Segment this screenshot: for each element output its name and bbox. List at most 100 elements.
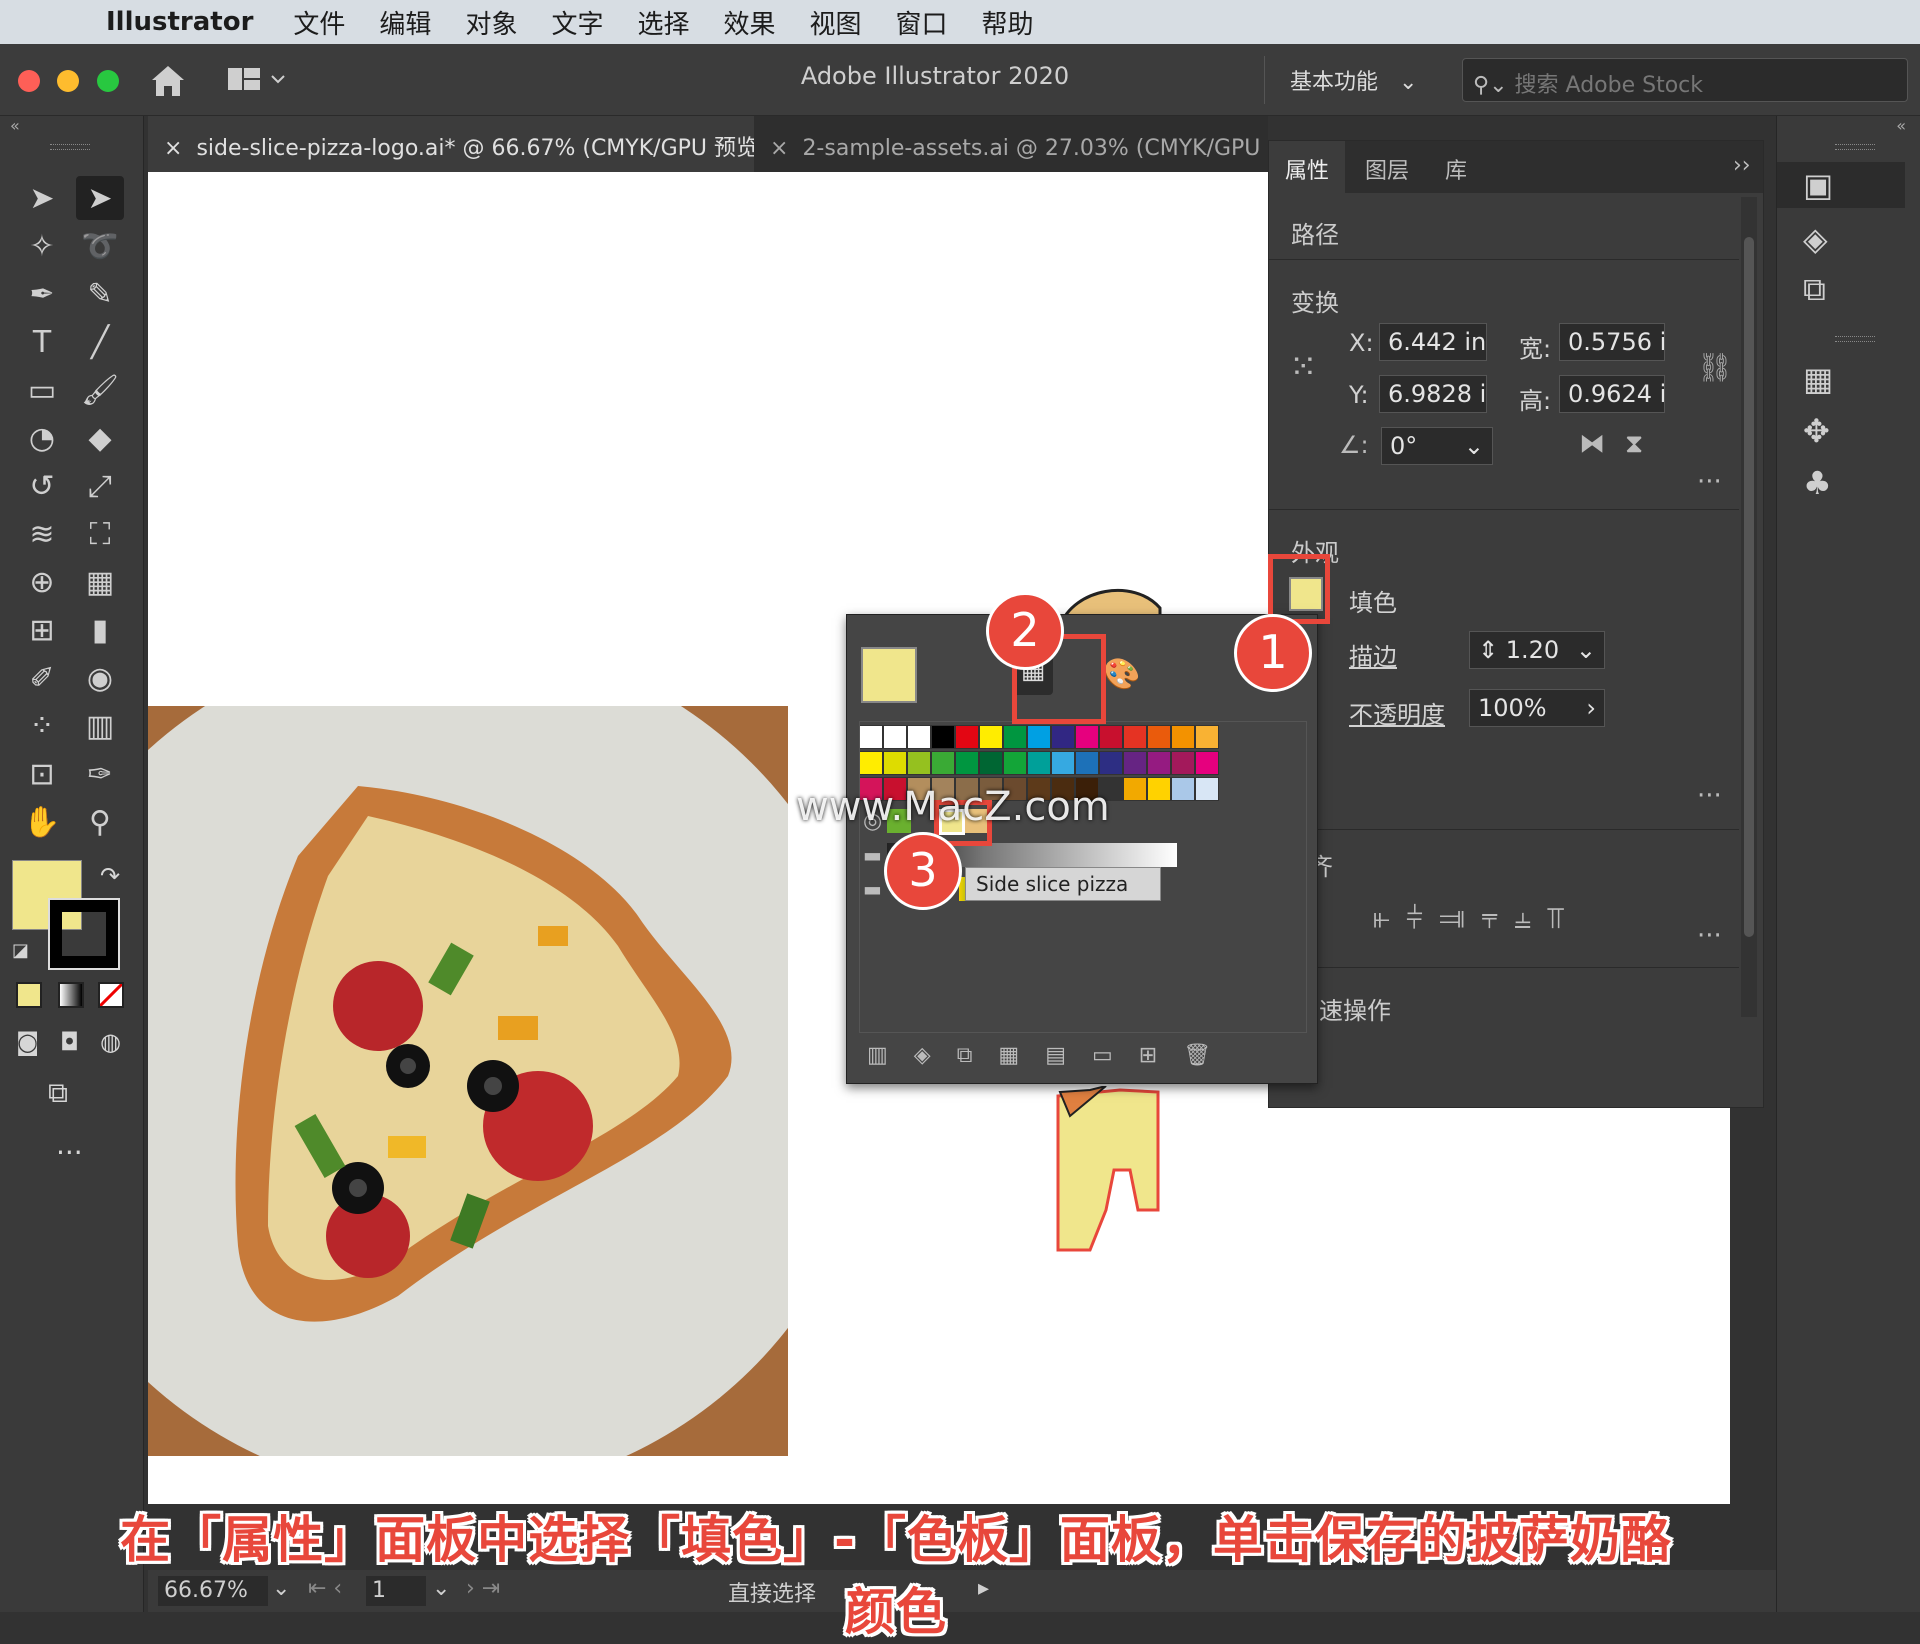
layers-panel-icon[interactable]: ◈ <box>1803 220 1828 258</box>
workspace-switcher[interactable]: 基本功能 ⌄ <box>1290 64 1417 96</box>
perspective-grid-tool-icon[interactable]: ▦ <box>76 560 124 604</box>
line-tool-icon[interactable]: ╱ <box>76 320 124 364</box>
blend-tool-icon[interactable]: ◉ <box>76 656 124 700</box>
chevron-down-icon[interactable]: ⌄ <box>1576 636 1596 664</box>
rectangle-tool-icon[interactable]: ▭ <box>18 368 66 412</box>
curvature-tool-icon[interactable]: ✎ <box>76 272 124 316</box>
opacity-label[interactable]: 不透明度 <box>1349 695 1445 730</box>
menu-help[interactable]: 帮助 <box>982 4 1034 41</box>
shape-builder-tool-icon[interactable]: ⊕ <box>18 560 66 604</box>
properties-dock-button[interactable] <box>1777 162 1905 208</box>
direct-selection-tool-icon[interactable]: ➤ <box>76 176 124 220</box>
type-tool-icon[interactable]: T <box>18 320 66 364</box>
stepper-icon[interactable]: ⇕ <box>1478 636 1506 664</box>
gradient-tool-icon[interactable]: ▮ <box>76 608 124 652</box>
tab-layers[interactable]: 图层 <box>1365 153 1409 185</box>
zoom-tool-icon[interactable]: ⚲ <box>76 800 124 844</box>
selection-tool-icon[interactable]: ➤ <box>18 176 66 220</box>
more-tools-icon[interactable]: ··· <box>56 1136 83 1169</box>
stroke-label[interactable]: 描边 <box>1349 637 1397 672</box>
opacity-field[interactable]: 100% › <box>1469 689 1605 727</box>
default-fill-stroke-icon[interactable]: ◪ <box>12 940 29 961</box>
properties-panel: 属性 图层 库 ›› 路径 变换 ⁙ X: 6.442 in 宽: 0.5756… <box>1268 140 1764 1108</box>
panel-grip[interactable] <box>1835 144 1875 150</box>
flip-horizontal-icon[interactable]: ⧓ <box>1579 429 1605 459</box>
slice-tool-icon[interactable]: ✑ <box>76 752 124 796</box>
menu-effect[interactable]: 效果 <box>723 4 775 41</box>
color-mode-icon[interactable] <box>16 982 42 1008</box>
chevron-down-icon[interactable]: ⌄ <box>1464 432 1484 460</box>
screen-mode-icon[interactable]: ⧉ <box>48 1076 68 1110</box>
constrain-proportions-icon[interactable]: ⛓ <box>1697 351 1733 384</box>
fill-label: 填色 <box>1349 589 1397 617</box>
artboard-tool-icon[interactable]: ⊡ <box>18 752 66 796</box>
tab-sample-assets[interactable]: × 2-sample-assets.ai @ 27.03% (CMYK/GPU … <box>754 116 1268 172</box>
height-field[interactable]: 0.9624 ir <box>1559 375 1665 413</box>
stroke-weight-field[interactable]: ⇕ 1.20 ⌄ <box>1469 631 1605 669</box>
quick-actions-title: 速操作 <box>1319 997 1391 1025</box>
scale-tool-icon[interactable]: ⤢ <box>76 464 124 508</box>
draw-behind-icon[interactable]: ◘ <box>60 1028 79 1056</box>
color-picker-icon[interactable]: 🎨 <box>1103 657 1140 692</box>
collapse-panel-icon[interactable]: « <box>10 116 20 135</box>
symbols-panel-icon[interactable]: ♣ <box>1803 464 1832 502</box>
more-options-icon[interactable]: ··· <box>1697 467 1722 497</box>
none-mode-icon[interactable] <box>98 982 124 1008</box>
panel-scrollbar[interactable] <box>1741 197 1757 1017</box>
width-label: 宽: <box>1519 335 1552 363</box>
eyedropper-tool-icon[interactable]: ✐ <box>18 656 66 700</box>
menu-file[interactable]: 文件 <box>293 4 345 41</box>
menu-edit[interactable]: 编辑 <box>379 4 431 41</box>
mesh-tool-icon[interactable]: ⊞ <box>18 608 66 652</box>
menu-object[interactable]: 对象 <box>465 4 517 41</box>
magic-wand-icon[interactable]: ✧ <box>18 224 66 268</box>
more-options-icon[interactable]: ··· <box>1697 781 1722 811</box>
hand-tool-icon[interactable]: ✋ <box>18 800 66 844</box>
width-tool-icon[interactable]: ≋ <box>18 512 66 556</box>
align-buttons[interactable]: ⫦⫩⫥⫧⫨⫪ <box>1373 901 1580 936</box>
close-tab-icon[interactable]: × <box>770 136 788 161</box>
rotate-angle-field[interactable]: 0° ⌄ <box>1381 427 1493 465</box>
free-transform-tool-icon[interactable]: ⛶ <box>76 512 124 556</box>
lasso-tool-icon[interactable]: ➰ <box>76 224 124 268</box>
menu-window[interactable]: 窗口 <box>896 4 948 41</box>
shaper-tool-icon[interactable]: ◔ <box>18 416 66 460</box>
reference-point-icon[interactable]: ⁙ <box>1289 347 1318 387</box>
tab-libraries[interactable]: 库 <box>1445 153 1467 185</box>
stroke-color-swatch[interactable] <box>48 898 120 970</box>
swatch-panel-footer-icons[interactable]: ▥◈⧉▦▤▭⊞🗑 <box>867 1043 1307 1068</box>
menu-type[interactable]: 文字 <box>551 4 603 41</box>
panel-menu-icon[interactable]: ›› <box>1733 153 1751 178</box>
more-options-icon[interactable]: ··· <box>1697 921 1722 951</box>
symbol-sprayer-tool-icon[interactable]: ⁘ <box>18 704 66 748</box>
panel-grip[interactable] <box>50 144 90 150</box>
draw-normal-icon[interactable]: ◙ <box>16 1028 39 1056</box>
menu-view[interactable]: 视图 <box>810 4 862 41</box>
app-menu[interactable]: Illustrator <box>106 7 253 37</box>
rotate-tool-icon[interactable]: ↺ <box>18 464 66 508</box>
column-graph-tool-icon[interactable]: ▥ <box>76 704 124 748</box>
draw-inside-icon[interactable]: ◍ <box>100 1028 121 1056</box>
adobe-stock-search[interactable]: ⚲⌄ 搜索 Adobe Stock <box>1462 58 1908 102</box>
close-tab-icon[interactable]: × <box>164 136 182 161</box>
chevron-down-icon: ⌄ <box>1399 70 1418 95</box>
chevron-right-icon[interactable]: › <box>1586 694 1596 722</box>
swatches-panel-icon[interactable]: ▦ <box>1803 360 1833 398</box>
tab-side-slice-pizza-logo[interactable]: × side-slice-pizza-logo.ai* @ 66.67% (CM… <box>148 116 754 172</box>
expand-panels-icon[interactable]: « <box>1896 116 1906 135</box>
libraries-panel-icon[interactable]: ⧉ <box>1803 270 1826 309</box>
swap-fill-stroke-icon[interactable]: ↷ <box>100 862 120 890</box>
brushes-panel-icon[interactable]: ✥ <box>1803 412 1830 450</box>
panel-grip[interactable] <box>1835 336 1875 342</box>
width-field[interactable]: 0.5756 ir <box>1559 323 1665 361</box>
paintbrush-tool-icon[interactable]: 🖌 <box>76 368 124 412</box>
eraser-tool-icon[interactable]: ◆ <box>76 416 124 460</box>
selected-cheese-path[interactable] <box>1050 1086 1164 1256</box>
y-field[interactable]: 6.9828 i <box>1379 375 1487 413</box>
x-field[interactable]: 6.442 in <box>1379 323 1487 361</box>
flip-vertical-icon[interactable]: ⧗ <box>1625 429 1643 460</box>
scrollbar-thumb[interactable] <box>1744 237 1754 937</box>
menu-select[interactable]: 选择 <box>637 4 689 41</box>
gradient-mode-icon[interactable] <box>58 982 84 1008</box>
pen-tool-icon[interactable]: ✒ <box>18 272 66 316</box>
